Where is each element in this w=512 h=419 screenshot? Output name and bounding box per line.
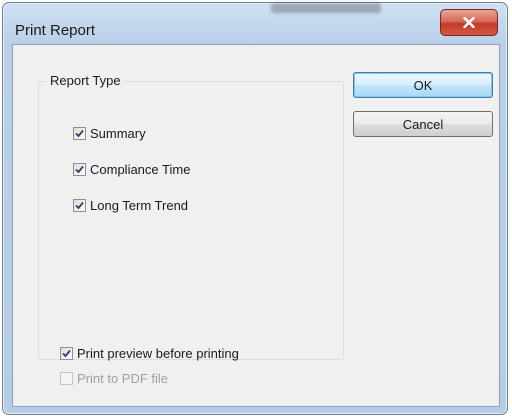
compliance-time-label: Compliance Time [90,162,191,177]
long-term-trend-checkbox[interactable] [73,199,86,212]
long-term-trend-checkbox-row[interactable]: Long Term Trend [73,198,188,213]
print-preview-label: Print preview before printing [77,346,239,361]
print-to-pdf-label: Print to PDF file [77,371,169,386]
long-term-trend-label: Long Term Trend [90,198,189,213]
dialog-title: Print Report [15,22,96,39]
print-to-pdf-checkbox [60,372,73,385]
summary-checkbox[interactable] [73,127,86,140]
print-preview-checkbox-row[interactable]: Print preview before printing [60,346,239,361]
checkmark-icon [75,165,84,174]
checkmark-icon [62,349,71,358]
print-report-dialog: Print Report Report Type Summary Complia… [2,2,508,415]
dialog-body: Report Type Summary Compliance Time Long… [12,44,500,407]
ok-button[interactable]: OK [353,72,493,98]
checkmark-icon [75,129,84,138]
print-to-pdf-checkbox-row: Print to PDF file [60,371,168,386]
report-type-label: Report Type [47,73,124,88]
close-x-icon [463,17,475,28]
print-preview-checkbox[interactable] [60,347,73,360]
checkmark-icon [75,201,84,210]
background-smudge [271,3,381,13]
compliance-time-checkbox[interactable] [73,163,86,176]
close-button[interactable] [440,9,498,36]
title-bar[interactable]: Print Report [3,3,507,45]
summary-label: Summary [90,126,146,141]
compliance-time-checkbox-row[interactable]: Compliance Time [73,162,190,177]
summary-checkbox-row[interactable]: Summary [73,126,146,141]
cancel-button[interactable]: Cancel [353,111,493,137]
report-type-group: Report Type Summary Compliance Time Long… [38,73,344,360]
